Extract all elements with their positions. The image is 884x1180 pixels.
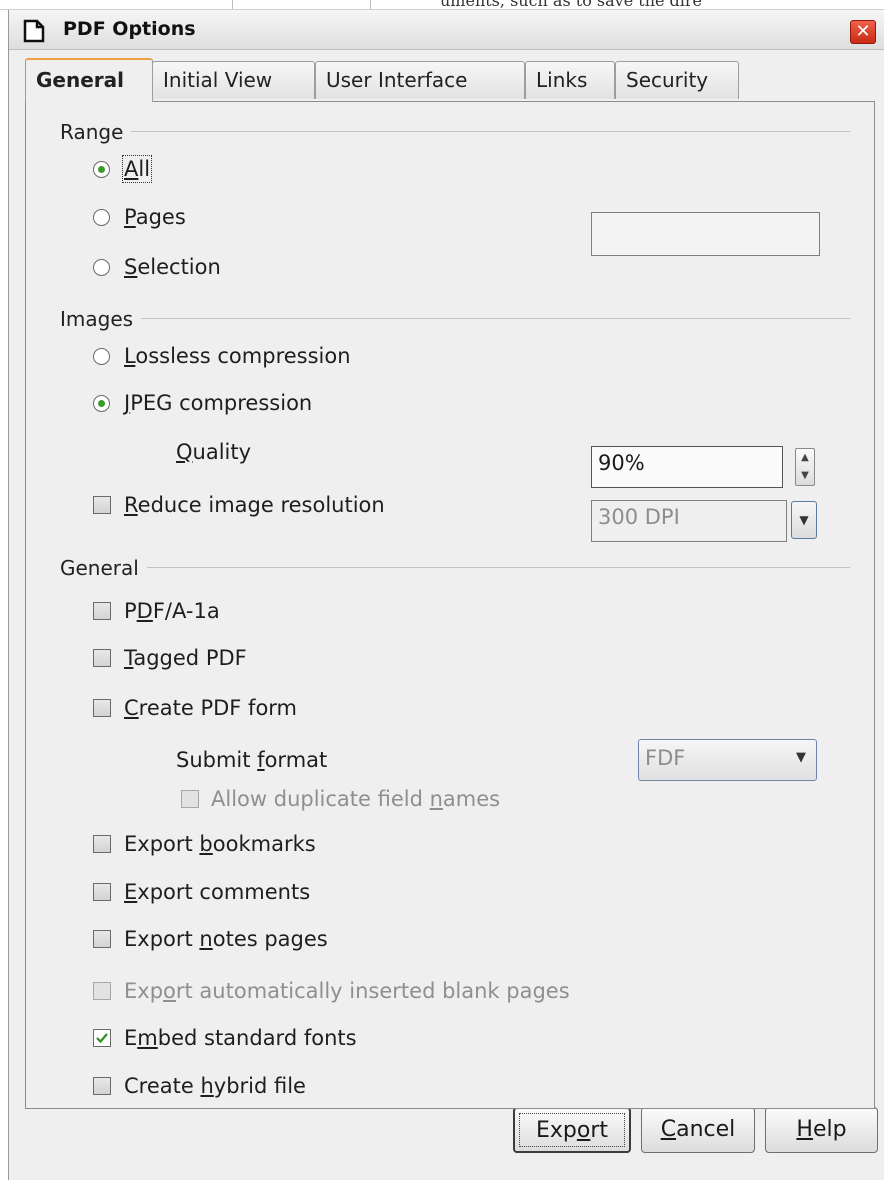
allow-duplicate-label: Allow duplicate field names	[211, 787, 501, 811]
range-selection-label: Selection	[124, 255, 221, 279]
group-separator	[60, 318, 850, 319]
hybrid-file-checkbox[interactable]	[93, 1077, 111, 1095]
jpeg-compression-label: JPEG compression	[124, 391, 313, 415]
range-selection-option[interactable]: Selection	[93, 254, 221, 280]
range-pages-option[interactable]: Pages	[93, 204, 186, 230]
pdf-options-dialog: PDF Options ✕ General Initial View User …	[8, 10, 884, 1180]
export-comments-option[interactable]: Export comments	[93, 879, 310, 905]
export-bookmarks-option[interactable]: Export bookmarks	[93, 831, 316, 857]
range-group-title: Range	[60, 120, 132, 144]
export-bookmarks-checkbox[interactable]	[93, 835, 111, 853]
help-button[interactable]: Help	[765, 1107, 878, 1153]
chevron-down-icon: ▼	[796, 750, 806, 765]
background-document: uments, such as to save the dire	[0, 0, 884, 10]
export-blank-pages-label: Export automatically inserted blank page…	[124, 979, 570, 1003]
tagged-pdf-option[interactable]: Tagged PDF	[93, 645, 247, 671]
tab-links[interactable]: Links	[525, 61, 615, 99]
pdfa-option[interactable]: PDF/A-1a	[93, 598, 220, 624]
general-tab-panel: Range All Pages Selection Images Lossles…	[25, 101, 875, 1109]
group-separator	[60, 567, 850, 568]
resolution-input[interactable]: 300 DPI	[591, 500, 787, 542]
tab-general[interactable]: General	[25, 58, 153, 102]
tab-label: User Interface	[326, 68, 468, 92]
group-separator	[60, 131, 850, 132]
lossless-compression-option[interactable]: Lossless compression	[93, 343, 351, 369]
lossless-compression-radio[interactable]	[93, 348, 110, 365]
radio-dot	[98, 400, 105, 407]
window-title: PDF Options	[63, 18, 196, 40]
document-icon	[23, 19, 45, 43]
export-notes-checkbox[interactable]	[93, 930, 111, 948]
export-comments-checkbox[interactable]	[93, 883, 111, 901]
create-form-option[interactable]: Create PDF form	[93, 695, 297, 721]
quality-label: Quality	[176, 440, 252, 464]
checkmark-icon	[96, 1033, 108, 1044]
lossless-compression-label: Lossless compression	[124, 344, 351, 368]
tab-label: Initial View	[163, 68, 273, 92]
spin-up-icon[interactable]: ▲	[796, 449, 814, 467]
background-document-text: uments, such as to save the dire	[440, 0, 703, 10]
tab-label: Links	[536, 68, 588, 92]
embed-fonts-option[interactable]: Embed standard fonts	[93, 1025, 357, 1051]
tab-initial-view[interactable]: Initial View	[152, 61, 315, 99]
range-all-option[interactable]: All	[93, 155, 153, 183]
hybrid-file-option[interactable]: Create hybrid file	[93, 1073, 306, 1099]
chevron-down-icon: ▼	[799, 513, 809, 527]
pages-input[interactable]	[591, 212, 820, 256]
create-form-label: Create PDF form	[124, 696, 298, 720]
range-all-radio[interactable]	[93, 161, 110, 178]
submit-format-value: FDF	[645, 746, 686, 770]
pdfa-checkbox[interactable]	[93, 602, 111, 620]
reduce-resolution-label: Reduce image resolution	[124, 493, 385, 517]
hybrid-file-label: Create hybrid file	[124, 1074, 306, 1098]
tab-label: Security	[626, 68, 709, 92]
close-icon: ✕	[855, 21, 871, 42]
tab-security[interactable]: Security	[615, 61, 739, 99]
cancel-button-label: Cancel	[660, 1117, 736, 1142]
jpeg-compression-radio[interactable]	[93, 395, 110, 412]
tagged-pdf-checkbox[interactable]	[93, 649, 111, 667]
range-all-label: All	[121, 155, 153, 183]
doc-divider	[370, 0, 371, 9]
tagged-pdf-label: Tagged PDF	[124, 646, 247, 670]
close-button[interactable]: ✕	[850, 20, 876, 44]
reduce-resolution-option[interactable]: Reduce image resolution	[93, 492, 385, 518]
resolution-dropdown-button[interactable]: ▼	[791, 501, 817, 539]
images-group-title: Images	[60, 307, 142, 331]
embed-fonts-checkbox[interactable]	[93, 1029, 111, 1047]
create-form-checkbox[interactable]	[93, 699, 111, 717]
allow-duplicate-checkbox[interactable]	[181, 790, 199, 808]
general-group-title: General	[60, 556, 147, 580]
quality-spinner[interactable]: ▲ ▼	[795, 448, 815, 486]
quality-input[interactable]: 90%	[591, 446, 783, 488]
range-pages-label: Pages	[124, 205, 186, 229]
tab-user-interface[interactable]: User Interface	[315, 61, 525, 99]
export-notes-option[interactable]: Export notes pages	[93, 926, 328, 952]
pdfa-label: PDF/A-1a	[124, 599, 220, 623]
radio-dot	[98, 166, 105, 173]
jpeg-compression-option[interactable]: JPEG compression	[93, 390, 312, 416]
submit-format-select[interactable]: FDF ▼	[638, 739, 817, 781]
export-button[interactable]: Export	[513, 1107, 631, 1153]
allow-duplicate-option[interactable]: Allow duplicate field names	[181, 786, 500, 812]
export-notes-label: Export notes pages	[124, 927, 328, 951]
export-blank-pages-option[interactable]: Export automatically inserted blank page…	[93, 978, 570, 1004]
export-comments-label: Export comments	[124, 880, 311, 904]
doc-divider	[232, 0, 233, 9]
submit-format-label: Submit format	[176, 748, 328, 772]
export-button-label: Export	[519, 1113, 625, 1147]
title-bar[interactable]: PDF Options ✕	[9, 10, 884, 50]
help-button-label: Help	[796, 1117, 847, 1142]
cancel-button[interactable]: Cancel	[641, 1107, 755, 1153]
range-pages-radio[interactable]	[93, 209, 110, 226]
reduce-resolution-checkbox[interactable]	[93, 496, 111, 514]
spin-down-icon[interactable]: ▼	[796, 467, 814, 485]
embed-fonts-label: Embed standard fonts	[124, 1026, 357, 1050]
tab-label: General	[36, 68, 124, 92]
export-bookmarks-label: Export bookmarks	[124, 832, 316, 856]
export-blank-pages-checkbox[interactable]	[93, 982, 111, 1000]
range-selection-radio[interactable]	[93, 259, 110, 276]
